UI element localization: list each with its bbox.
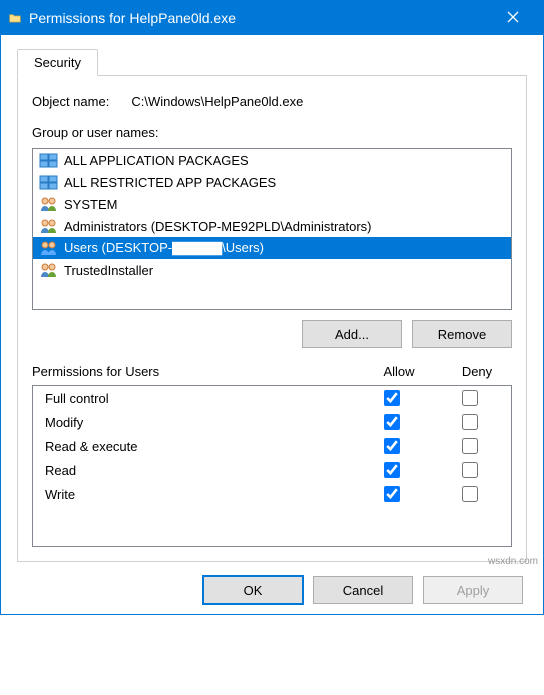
ok-button[interactable]: OK	[203, 576, 303, 604]
permissions-dialog: Permissions for HelpPane0ld.exe Security…	[0, 0, 544, 615]
allow-checkbox[interactable]	[384, 390, 400, 406]
permissions-grid: Full control Modify Read & execute Read Writ…	[32, 385, 512, 547]
allow-checkbox[interactable]	[384, 414, 400, 430]
client-area: Security Object name: C:\Windows\HelpPan…	[1, 35, 543, 614]
list-item[interactable]: Users (DESKTOP-▇▇▇▇▇\Users)	[33, 237, 511, 259]
group-icon	[39, 262, 59, 278]
deny-checkbox[interactable]	[462, 390, 478, 406]
add-button[interactable]: Add...	[302, 320, 402, 348]
cancel-button[interactable]: Cancel	[313, 576, 413, 604]
group-icon	[39, 240, 59, 256]
list-item-label: ALL APPLICATION PACKAGES	[64, 153, 249, 168]
security-pane: Object name: C:\Windows\HelpPane0ld.exe …	[17, 76, 527, 562]
list-item-label: ALL RESTRICTED APP PACKAGES	[64, 175, 276, 190]
permissions-rows[interactable]: Full control Modify Read & execute Read Writ…	[33, 386, 511, 546]
window-title: Permissions for HelpPane0ld.exe	[29, 10, 493, 26]
remove-button[interactable]: Remove	[412, 320, 512, 348]
allow-checkbox[interactable]	[384, 486, 400, 502]
list-item[interactable]: ALL RESTRICTED APP PACKAGES	[33, 171, 511, 193]
permission-row: Modify	[33, 410, 511, 434]
dialog-buttons: OK Cancel Apply	[17, 576, 527, 604]
deny-column-header: Deny	[442, 364, 512, 379]
object-name-row: Object name: C:\Windows\HelpPane0ld.exe	[32, 94, 512, 109]
allow-checkbox[interactable]	[384, 462, 400, 478]
close-icon	[507, 10, 527, 26]
deny-checkbox[interactable]	[462, 438, 478, 454]
titlebar[interactable]: Permissions for HelpPane0ld.exe	[1, 1, 543, 35]
group-icon	[39, 196, 59, 212]
list-item-label: SYSTEM	[64, 197, 117, 212]
folder-icon	[9, 10, 29, 26]
tab-strip: Security	[17, 49, 527, 76]
permission-name: Write	[45, 487, 357, 502]
list-item-label: Users (DESKTOP-▇▇▇▇▇\Users)	[64, 240, 264, 256]
list-item[interactable]: SYSTEM	[33, 193, 511, 215]
close-button[interactable]	[493, 1, 541, 35]
permissions-header: Permissions for Users Allow Deny	[32, 364, 512, 379]
allow-checkbox[interactable]	[384, 438, 400, 454]
permission-row: Read & execute	[33, 434, 511, 458]
object-name-label: Object name:	[32, 94, 109, 109]
permission-name: Read & execute	[45, 439, 357, 454]
group-user-listbox[interactable]: ALL APPLICATION PACKAGES ALL RESTRICTED A…	[32, 148, 512, 310]
deny-checkbox[interactable]	[462, 414, 478, 430]
group-list-label: Group or user names:	[32, 125, 512, 140]
permission-row: Write	[33, 482, 511, 506]
object-name-value: C:\Windows\HelpPane0ld.exe	[131, 94, 303, 109]
list-item[interactable]: Administrators (DESKTOP-ME92PLD\Administ…	[33, 215, 511, 237]
permission-row: Read	[33, 458, 511, 482]
allow-column-header: Allow	[364, 364, 434, 379]
permission-name: Read	[45, 463, 357, 478]
tab-security[interactable]: Security	[17, 49, 98, 76]
watermark: wsxdn.com	[488, 556, 538, 567]
list-item[interactable]: ALL APPLICATION PACKAGES	[33, 149, 511, 171]
packages-icon	[39, 152, 59, 168]
apply-button[interactable]: Apply	[423, 576, 523, 604]
list-item-label: Administrators (DESKTOP-ME92PLD\Administ…	[64, 219, 372, 234]
group-buttons: Add... Remove	[32, 320, 512, 348]
permission-name: Modify	[45, 415, 357, 430]
packages-icon	[39, 174, 59, 190]
permission-name: Full control	[45, 391, 357, 406]
permissions-for-label: Permissions for Users	[32, 364, 364, 379]
deny-checkbox[interactable]	[462, 462, 478, 478]
deny-checkbox[interactable]	[462, 486, 478, 502]
group-icon	[39, 218, 59, 234]
list-item[interactable]: TrustedInstaller	[33, 259, 511, 281]
list-item-label: TrustedInstaller	[64, 263, 153, 278]
permission-row: Full control	[33, 386, 511, 410]
